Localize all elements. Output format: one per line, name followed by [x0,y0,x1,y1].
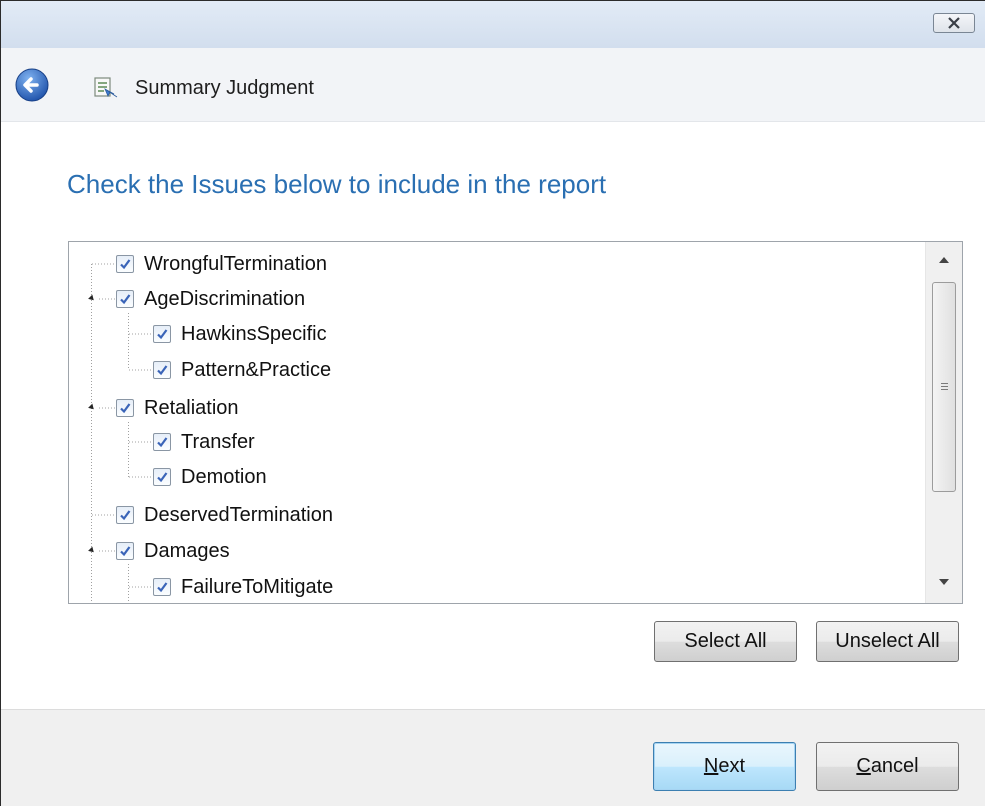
instruction-heading: Check the Issues below to include in the… [67,169,607,199]
tree-item-label: Pattern&Practice [181,358,332,381]
wizard-header: Summary Judgment [1,48,985,122]
wizard-app-icon [94,77,118,98]
cancel-mnemonic: C [856,755,871,777]
tree-item-transfer[interactable]: Transfer [153,427,255,457]
unselect-all-label: Unselect All [835,630,940,652]
tree-item-pattern-practice[interactable]: Pattern&Practice [153,355,331,385]
issues-tree-content: WrongfulTermination AgeDiscrimination Ha… [69,242,927,603]
checkbox-checked-icon[interactable] [116,506,134,524]
tree-item-label: FailureToMitigate [181,575,334,598]
next-button[interactable]: Next [653,742,796,791]
next-mnemonic: N [703,755,719,777]
checkbox-checked-icon[interactable] [153,361,171,379]
tree-item-wrongful-termination[interactable]: WrongfulTermination [116,249,327,279]
tree-item-demotion[interactable]: Demotion [153,462,267,492]
checkbox-checked-icon[interactable] [116,399,134,417]
checkbox-checked-icon[interactable] [153,325,171,343]
cancel-label-rest: ancel [870,755,919,777]
vertical-scrollbar[interactable] [925,242,962,603]
issues-tree[interactable]: WrongfulTermination AgeDiscrimination Ha… [68,241,963,604]
tree-item-age-discrimination[interactable]: AgeDiscrimination [116,284,305,314]
tree-item-label: HawkinsSpecific [181,322,327,345]
unselect-all-button[interactable]: Unselect All [816,621,959,662]
tree-item-label: Demotion [181,465,267,488]
checkbox-checked-icon[interactable] [116,542,134,560]
tree-item-deserved-termination[interactable]: DeservedTermination [116,500,333,530]
scroll-up-button[interactable] [926,248,962,272]
checkbox-checked-icon[interactable] [153,468,171,486]
cancel-label: Cancel [856,755,918,778]
checkbox-checked-icon[interactable] [116,290,134,308]
next-label: Next [704,755,745,778]
scrollbar-thumb[interactable] [932,282,956,492]
scrollbar-grip-icon [941,389,948,390]
dialog-window: Summary Judgment Check the Issues below … [0,0,985,806]
close-icon [948,17,960,29]
scroll-up-arrow-icon [939,257,949,263]
next-label-rest: ext [718,755,746,777]
scrollbar-grip-icon [941,383,948,384]
checkbox-checked-icon[interactable] [153,433,171,451]
tree-item-retaliation[interactable]: Retaliation [116,393,239,423]
tree-item-label: DeservedTermination [144,503,333,526]
tree-item-label: AgeDiscrimination [144,287,306,310]
title-bar [1,1,985,48]
tree-item-label: Damages [144,539,230,562]
scrollbar-grip-icon [941,386,948,387]
tree-item-label: Transfer [181,430,255,453]
tree-item-label: WrongfulTermination [144,252,328,275]
checkbox-checked-icon[interactable] [116,255,134,273]
close-button[interactable] [933,13,975,33]
wizard-title: Summary Judgment [135,77,314,99]
checkbox-checked-icon[interactable] [153,578,171,596]
scroll-down-arrow-icon [939,579,949,585]
tree-item-failure-to-mitigate[interactable]: FailureToMitigate [153,572,333,602]
scroll-down-button[interactable] [926,570,962,594]
select-all-button[interactable]: Select All [654,621,797,662]
tree-item-label: Retaliation [144,396,239,419]
select-all-label: Select All [684,630,767,652]
back-arrow-icon[interactable] [15,68,49,102]
tree-item-hawkins-specific[interactable]: HawkinsSpecific [153,319,327,349]
tree-item-damages[interactable]: Damages [116,536,230,566]
cancel-button[interactable]: Cancel [816,742,959,791]
